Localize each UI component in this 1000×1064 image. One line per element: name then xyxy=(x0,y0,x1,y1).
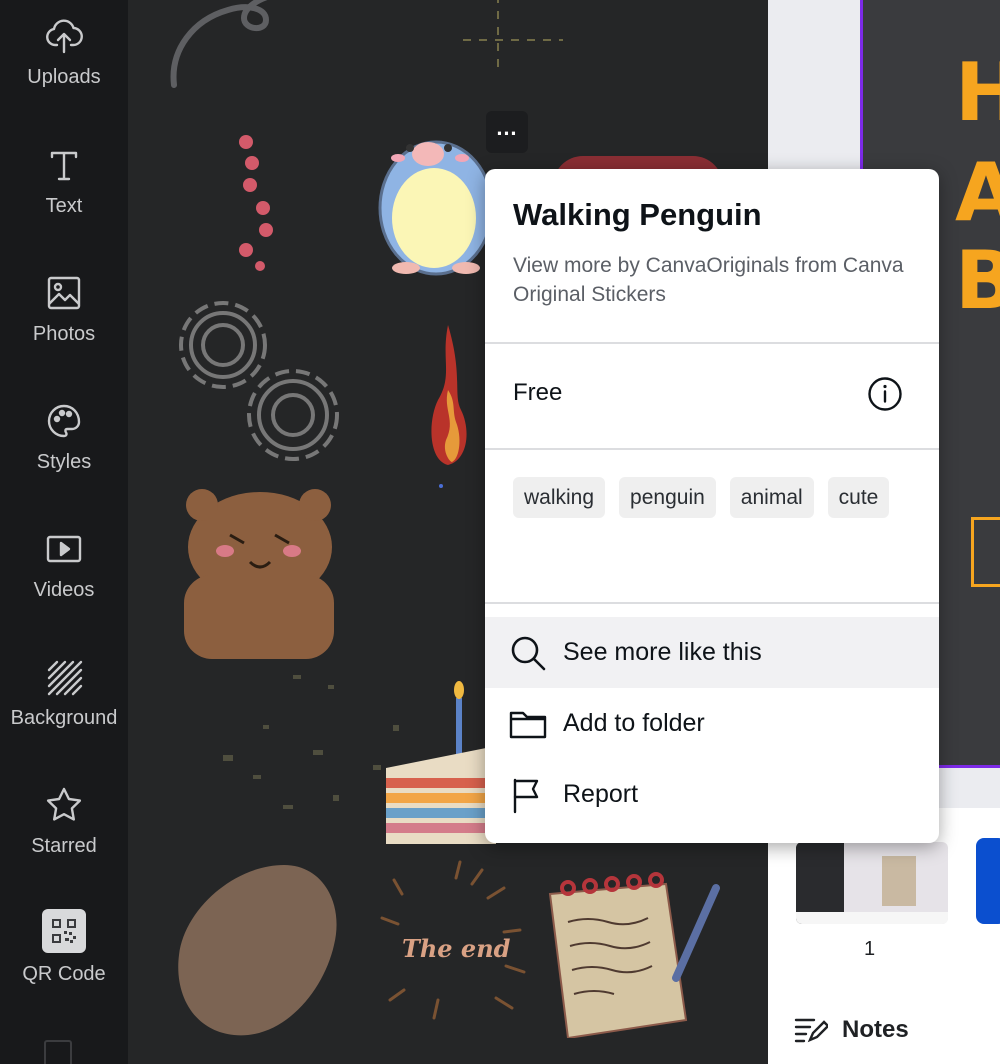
tag-chip[interactable]: walking xyxy=(513,477,606,518)
cloud-upload-icon xyxy=(46,19,83,54)
sidebar-item-styles[interactable]: Styles xyxy=(0,401,128,511)
flame-sticker[interactable] xyxy=(423,320,473,490)
more-dots-icon: … xyxy=(495,115,519,140)
add-to-folder-menu-item[interactable]: Add to folder xyxy=(485,688,939,759)
gears-sticker[interactable] xyxy=(168,290,348,470)
tag-list: walking penguin animal cute xyxy=(513,477,923,518)
price-label: Free xyxy=(513,379,563,406)
sidebar-item-label: Uploads xyxy=(27,66,101,88)
decorative-text: The end xyxy=(402,934,511,963)
divider xyxy=(485,602,939,604)
sidebar-item-label: Styles xyxy=(36,451,92,473)
report-menu-item[interactable]: Report xyxy=(485,759,939,830)
sidebar-item-starred[interactable]: Starred xyxy=(0,785,128,895)
design-letter: A xyxy=(955,146,1000,239)
sticker-details-popup: Walking Penguin View more by CanvaOrigin… xyxy=(485,169,939,843)
video-icon xyxy=(46,535,82,563)
see-more-like-this-menu-item[interactable]: See more like this xyxy=(485,617,939,688)
notes-label: Notes xyxy=(842,1016,909,1043)
divider xyxy=(485,448,939,450)
pages-strip: 1 Notes xyxy=(768,808,1000,1064)
sidebar-item-background[interactable]: Background xyxy=(0,657,128,767)
search-icon xyxy=(511,636,546,670)
sidebar-item-label: Videos xyxy=(33,579,95,601)
notebook-sticker[interactable] xyxy=(548,868,728,1038)
tag-chip[interactable]: animal xyxy=(729,477,814,518)
sidebar-item-videos[interactable]: Videos xyxy=(0,529,128,639)
sidebar-item-label: Photos xyxy=(32,323,96,345)
design-letter: H xyxy=(955,46,1000,139)
qr-code-icon xyxy=(42,909,86,953)
tag-chip[interactable]: penguin xyxy=(619,477,716,518)
text-icon xyxy=(50,151,78,181)
left-sidebar: Uploads Text Photos Styles Videos Backgr… xyxy=(0,0,128,1064)
arrow-doodle-sticker[interactable] xyxy=(158,0,288,100)
sidebar-item-label: Background xyxy=(10,707,118,729)
palette-icon xyxy=(47,404,81,438)
sidebar-item-uploads[interactable]: Uploads xyxy=(0,16,128,126)
design-letter: B xyxy=(955,234,1000,327)
line-doodle-sticker[interactable] xyxy=(453,0,573,85)
sidebar-item-text[interactable]: Text xyxy=(0,145,128,255)
sidebar-item-label: Starred xyxy=(31,835,97,857)
menu-item-label: Add to folder xyxy=(563,709,705,737)
tag-chip[interactable]: cute xyxy=(827,477,890,518)
sidebar-item-partial[interactable] xyxy=(44,1040,72,1064)
hatch-pattern-icon xyxy=(47,660,83,696)
sidebar-item-label: Text xyxy=(45,195,83,217)
cake-sticker[interactable] xyxy=(386,678,496,846)
star-icon xyxy=(46,787,82,821)
popup-title: Walking Penguin xyxy=(513,197,762,232)
design-frame-element xyxy=(971,517,1000,587)
tiger-sticker[interactable] xyxy=(180,487,338,659)
flag-icon xyxy=(513,778,539,813)
penguin-sticker[interactable] xyxy=(366,108,504,276)
page-thumbnail[interactable] xyxy=(796,842,948,924)
page-number: 1 xyxy=(864,938,876,960)
blob-sticker[interactable] xyxy=(174,860,344,1040)
sidebar-item-qr-code[interactable]: QR Code xyxy=(0,909,128,1019)
popup-subtitle[interactable]: View more by CanvaOriginals from Canva O… xyxy=(513,251,913,309)
sidebar-item-label: QR Code xyxy=(22,963,106,985)
hearts-sticker[interactable] xyxy=(228,130,288,280)
sidebar-item-photos[interactable]: Photos xyxy=(0,273,128,383)
info-icon[interactable] xyxy=(867,376,903,412)
image-icon xyxy=(47,276,81,310)
the-end-sticker[interactable]: The end xyxy=(374,860,534,1040)
more-options-button[interactable]: … xyxy=(486,111,528,153)
folder-icon xyxy=(509,711,547,738)
menu-item-label: Report xyxy=(563,780,639,808)
add-page-button[interactable] xyxy=(976,838,1000,924)
menu-item-label: See more like this xyxy=(563,638,762,666)
notes-button[interactable]: Notes xyxy=(794,1016,909,1044)
divider xyxy=(485,342,939,344)
notes-icon xyxy=(794,1018,828,1043)
